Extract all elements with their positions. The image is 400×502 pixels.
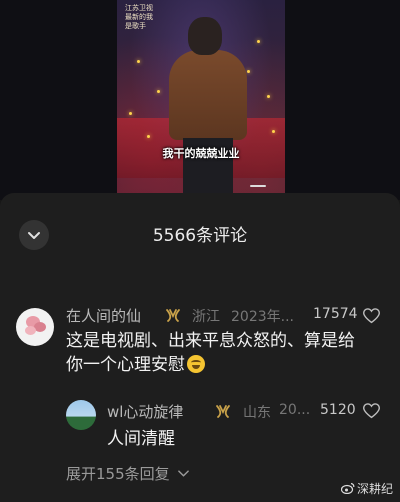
video-player[interactable]: 江苏卫视 最新的我是歌手 我干的兢兢业业 <box>0 0 400 200</box>
expand-replies-label: 展开155条回复 <box>66 465 170 483</box>
avatar[interactable] <box>16 308 54 346</box>
comments-sheet: 5566条评论 在人间的仙 浙江 2023年... 17574 这是电视剧、出来… <box>0 193 400 502</box>
heart-icon[interactable] <box>363 403 380 419</box>
comment-text: 这是电视剧、出来平息众怒的、算是给你一个心理安慰 <box>66 331 355 375</box>
fan-badge-icon <box>166 309 180 322</box>
weibo-logo-icon <box>341 482 355 494</box>
reply-like-count: 5120 <box>320 402 356 418</box>
performer-figure <box>169 50 247 140</box>
expand-replies-button[interactable]: 展开155条回复 <box>66 463 189 484</box>
comment-date: 2023年... <box>231 309 294 325</box>
comment-like-count: 17574 <box>313 306 358 322</box>
video-overlay-text: 江苏卫视 最新的我是歌手 <box>125 4 153 30</box>
comment-location: 浙江 <box>192 309 220 325</box>
watermark-text: 深耕纪 <box>357 482 394 496</box>
chevron-down-icon <box>177 470 189 477</box>
comments-count-title: 5566条评论 <box>152 226 248 246</box>
reply-avatar[interactable] <box>66 400 96 430</box>
reply-body[interactable]: 人间清醒 <box>107 424 175 449</box>
video-progress-bar[interactable] <box>250 185 266 187</box>
comment-body[interactable]: 这是电视剧、出来平息众怒的、算是给你一个心理安慰 <box>66 329 366 377</box>
performer-head <box>188 17 222 55</box>
comment-username[interactable]: 在人间的仙 <box>66 305 141 326</box>
video-subtitle: 我干的兢兢业业 <box>162 147 240 160</box>
reply-date: 20... <box>279 402 311 418</box>
watermark: 深耕纪 <box>341 480 393 497</box>
reply-username[interactable]: wl心动旋律 <box>107 401 183 422</box>
fan-badge-icon <box>216 405 230 418</box>
heart-icon[interactable] <box>363 308 380 324</box>
grinning-sweat-emoji-icon <box>187 355 205 373</box>
reply-location: 山东 <box>243 405 271 421</box>
video-frame[interactable]: 江苏卫视 最新的我是歌手 我干的兢兢业业 <box>117 0 285 200</box>
